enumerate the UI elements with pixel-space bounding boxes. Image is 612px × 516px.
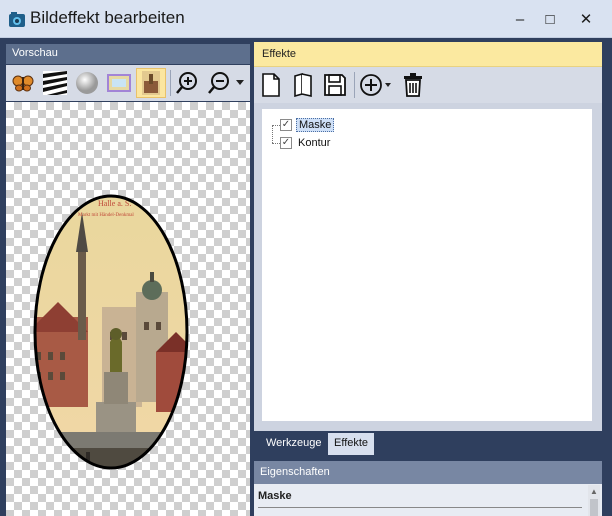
preview-header: Vorschau (6, 44, 250, 64)
window-title: Bildeffekt bearbeiten (30, 8, 185, 27)
zebra-pattern-icon (43, 71, 67, 95)
dropdown-arrow-icon (236, 80, 244, 85)
bottom-tabs: Werkzeuge Effekte (254, 431, 602, 457)
zoom-in-button[interactable] (172, 68, 202, 98)
section-divider (258, 507, 582, 508)
minimize-icon: – (515, 10, 525, 28)
close-icon: ✕ (579, 11, 593, 28)
image-preview-button[interactable] (136, 68, 166, 98)
toolbar-separator (170, 70, 171, 96)
new-effect-button[interactable] (256, 70, 286, 100)
tree-item-label: Maske (296, 118, 335, 132)
preview-panel: Vorschau Halle a. S. Markt mit Händel-De… (0, 38, 250, 516)
add-effect-button[interactable] (358, 70, 394, 100)
effects-tree[interactable]: ✓ Maske ✓ Kontur (262, 109, 592, 421)
gradient-preview-button[interactable] (104, 68, 134, 98)
properties-header: Eigenschaften (254, 461, 602, 484)
add-circle-icon (360, 74, 391, 96)
save-effect-button[interactable] (320, 70, 350, 100)
tree-item-label: Kontur (298, 137, 331, 149)
kontur-checkbox[interactable]: ✓ (280, 137, 292, 149)
preview-toolbar (6, 65, 250, 101)
tree-item-kontur[interactable]: ✓ Kontur (280, 135, 332, 151)
preview-canvas[interactable]: Halle a. S. Markt mit Händel-Denkmal (6, 102, 250, 516)
open-book-icon (294, 73, 312, 97)
scroll-up-icon[interactable]: ▲ (588, 487, 600, 497)
toolbar-separator (354, 72, 355, 98)
tree-connector (272, 125, 280, 126)
effects-header: Effekte (254, 42, 602, 67)
zoom-in-icon (176, 72, 197, 94)
open-effect-button[interactable] (288, 70, 318, 100)
gray-circle-icon (76, 72, 98, 94)
zoom-out-button[interactable] (204, 68, 234, 98)
maske-checkbox[interactable]: ✓ (280, 119, 292, 131)
tree-connector (272, 125, 273, 143)
app-camera-icon (9, 12, 25, 27)
tree-item-maske[interactable]: ✓ Maske (280, 117, 335, 133)
preview-image: Halle a. S. Markt mit Händel-Denkmal (33, 194, 189, 470)
image-thumbnail-icon (142, 71, 160, 95)
scroll-thumb[interactable] (590, 499, 598, 516)
properties-section-title: Maske (258, 490, 292, 502)
tree-connector (272, 143, 280, 144)
effects-toolbar (254, 67, 602, 103)
butterfly-icon (12, 75, 34, 92)
trash-icon (404, 73, 422, 97)
zoom-dropdown-button[interactable] (232, 68, 248, 98)
delete-effect-button[interactable] (398, 70, 428, 100)
maximize-button[interactable]: □ (530, 6, 570, 32)
maximize-icon: □ (545, 10, 555, 28)
gray-preview-button[interactable] (72, 68, 102, 98)
tab-werkzeuge[interactable]: Werkzeuge (260, 433, 327, 455)
effects-tree-container: ✓ Maske ✓ Kontur (254, 103, 602, 431)
dialog-window: Bildeffekt bearbeiten – □ ✕ Vorschau Hal… (0, 0, 612, 516)
effects-panel: Effekte ✓ Maske ✓ Kontur Werkzeuge Effek… (252, 38, 612, 516)
caption-subtitle: Markt mit Händel-Denkmal (78, 213, 134, 218)
new-file-icon (262, 73, 280, 97)
properties-panel: Eigenschaften Maske ▲ (254, 461, 602, 516)
properties-scrollbar[interactable]: ▲ (588, 485, 600, 516)
title-bar: Bildeffekt bearbeiten – □ ✕ (0, 0, 612, 38)
tab-effekte[interactable]: Effekte (328, 433, 375, 455)
gradient-rect-icon (107, 74, 131, 92)
zoom-out-icon (208, 72, 229, 94)
close-button[interactable]: ✕ (566, 6, 606, 32)
zebra-preview-button[interactable] (40, 68, 70, 98)
save-icon (324, 74, 346, 96)
butterfly-preview-button[interactable] (8, 68, 38, 98)
